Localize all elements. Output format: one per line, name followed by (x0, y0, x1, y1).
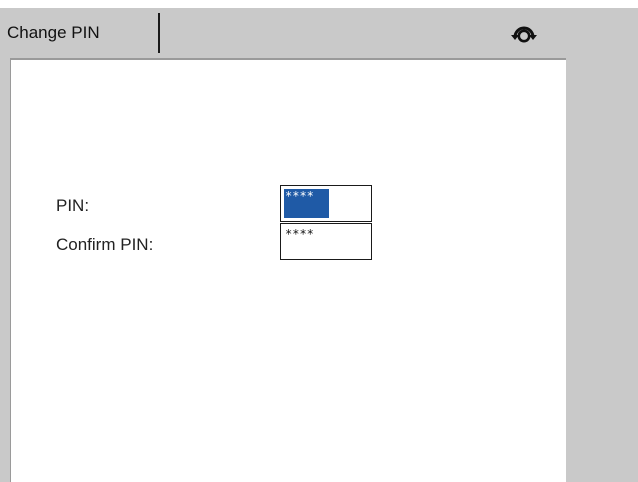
confirm-pin-field[interactable]: **** (280, 223, 372, 260)
pin-value: **** (285, 189, 314, 203)
pin-label: PIN: (56, 196, 90, 215)
rotate-icon[interactable] (509, 20, 539, 48)
form-panel (10, 58, 566, 482)
change-pin-screen: Change PIN PIN: **** Confirm PIN: **** (0, 0, 638, 482)
confirm-pin-value: **** (285, 227, 314, 241)
pin-selected-value[interactable]: **** (284, 189, 329, 218)
left-border (0, 58, 10, 482)
tab-change-pin[interactable]: Change PIN (3, 13, 160, 53)
pin-field[interactable]: **** (280, 185, 372, 222)
right-side-panel (566, 8, 638, 482)
confirm-pin-label: Confirm PIN: (56, 235, 154, 254)
